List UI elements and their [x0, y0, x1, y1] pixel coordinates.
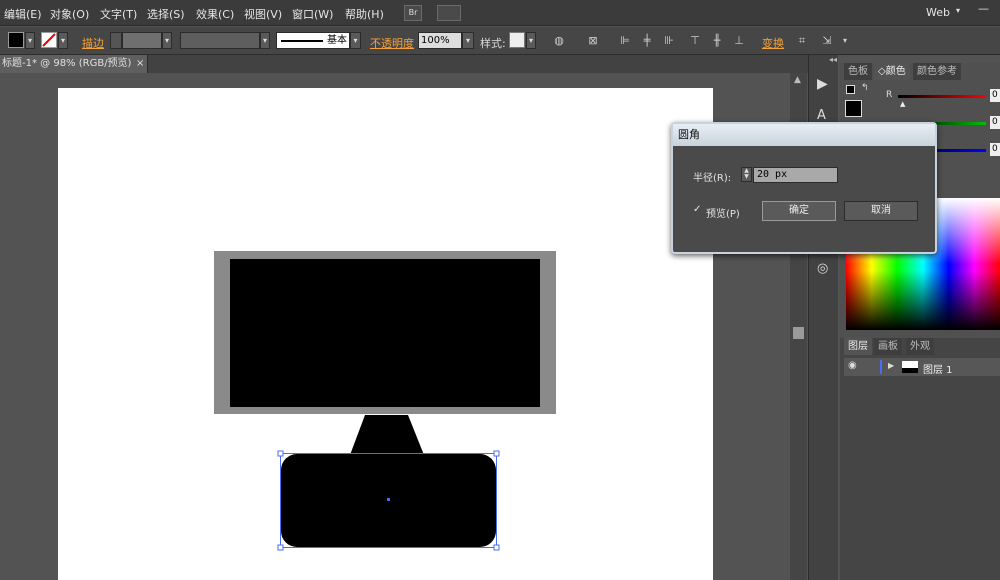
minimize-icon[interactable]: — [978, 2, 989, 15]
close-tab-icon[interactable]: × [136, 55, 144, 73]
workspace-chevron-icon[interactable]: ▾ [956, 6, 960, 15]
menu-effect[interactable]: 效果(C) [196, 6, 234, 22]
tab-color-label: 颜色 [885, 66, 906, 77]
isolate-icon[interactable]: ⌗ [795, 34, 809, 48]
stroke-line-preview [281, 40, 323, 42]
document-tab[interactable]: 标题-1* @ 98% (RGB/预览) × [0, 55, 148, 73]
expand-layer-icon[interactable]: ▶ [888, 361, 894, 370]
opacity-dropdown-icon[interactable]: ▾ [462, 32, 474, 49]
dialog-title[interactable]: 圆角 [673, 124, 935, 146]
character-panel-icon[interactable]: A [817, 108, 826, 123]
align-to-icon[interactable]: ⊠ [586, 34, 600, 48]
collapse-panels-icon[interactable]: ◂◂ [829, 55, 837, 64]
brush-style-select[interactable]: 基本 [276, 32, 350, 49]
r-slider-thumb[interactable]: ▲ [900, 100, 905, 108]
stroke-swatch[interactable] [41, 32, 57, 48]
fill-dropdown-icon[interactable]: ▾ [25, 32, 35, 49]
preview-checkbox[interactable]: ✓ [693, 204, 701, 215]
menu-bar: 编辑(E) 对象(O) 文字(T) 选择(S) 效果(C) 视图(V) 窗口(W… [0, 0, 1000, 26]
stroke-dropdown-icon[interactable]: ▾ [58, 32, 68, 49]
align-middle-icon[interactable]: ╫ [710, 34, 724, 48]
b-value[interactable]: 0 [990, 143, 1000, 156]
menu-edit[interactable]: 编辑(E) [4, 6, 42, 22]
swap-colors-icon[interactable]: ↰ [861, 83, 869, 93]
stroke-weight-dropdown-icon[interactable]: ▾ [162, 32, 172, 49]
control-bar: ▾ ▾ 描边 ▾ ▾ 基本 ▾ 不透明度 100% ▾ 样式: ▾ ◍ ⊠ ⊫ … [0, 27, 1000, 55]
r-value[interactable]: 0 [990, 89, 1000, 102]
tab-swatches[interactable]: 色板 [844, 63, 872, 80]
artboard[interactable] [58, 88, 713, 580]
align-left-icon[interactable]: ⊫ [618, 34, 632, 48]
document-tab-title: 标题-1* @ 98% (RGB/预览) [2, 58, 132, 69]
layer-color-bar [880, 360, 882, 374]
layer-row[interactable]: ◉ ▶ 图层 1 [844, 358, 1000, 376]
r-slider[interactable] [898, 95, 986, 98]
menu-select[interactable]: 选择(S) [147, 6, 185, 22]
align-right-icon[interactable]: ⊪ [662, 34, 676, 48]
recolor-artwork-icon[interactable]: ◍ [552, 34, 566, 48]
transform-label[interactable]: 变换 [762, 35, 784, 51]
stroke-weight-input[interactable] [122, 32, 162, 49]
opacity-label[interactable]: 不透明度 [370, 35, 414, 51]
radius-input[interactable]: 20 px [753, 167, 838, 183]
default-colors-icon[interactable] [846, 85, 855, 94]
visibility-eye-icon[interactable]: ◉ [848, 360, 857, 371]
no-stroke-icon [42, 33, 56, 47]
selection-handle-br [493, 544, 500, 551]
scroll-up-icon[interactable]: ▲ [794, 75, 801, 85]
layer-thumbnail [902, 361, 918, 373]
tab-color-guide[interactable]: 颜色参考 [913, 63, 961, 80]
selection-handle-bl [277, 544, 284, 551]
cancel-button[interactable]: 取消 [844, 201, 918, 221]
monitor-screen [230, 259, 540, 407]
graphic-style-dropdown-icon[interactable]: ▾ [526, 32, 536, 49]
align-bottom-icon[interactable]: ⊥ [732, 34, 746, 48]
selection-handle-tr [493, 450, 500, 457]
align-top-icon[interactable]: ⊤ [688, 34, 702, 48]
style-label: 样式: [480, 37, 506, 50]
bridge-button[interactable]: Br [404, 5, 422, 21]
workspace-switcher[interactable]: Web [926, 6, 950, 19]
opacity-input[interactable]: 100% [418, 32, 462, 49]
menu-help[interactable]: 帮助(H) [345, 6, 384, 22]
tab-artboards[interactable]: 画板 [874, 338, 902, 355]
menu-view[interactable]: 视图(V) [244, 6, 282, 22]
control-menu-chevron-icon[interactable]: ▾ [838, 34, 852, 48]
variable-width-select[interactable] [180, 32, 260, 49]
graphic-style-swatch[interactable] [509, 32, 525, 48]
selection-center-point [387, 498, 390, 501]
stroke-label[interactable]: 描边 [82, 35, 104, 51]
radius-label: 半径(R): [693, 173, 732, 184]
preview-label[interactable]: 预览(P) [706, 205, 740, 220]
round-corners-dialog: 圆角 半径(R): ▲ ▼ 20 px ✓ 预览(P) 确定 取消 [671, 122, 937, 254]
brush-style-dropdown-icon[interactable]: ▾ [350, 32, 361, 49]
control-menu-icon[interactable]: ⇲ [820, 34, 834, 48]
menu-type[interactable]: 文字(T) [100, 6, 137, 22]
tab-color[interactable]: ◇颜色 [874, 63, 910, 80]
selection-handle-tl [277, 450, 284, 457]
stroke-weight-stepper[interactable] [110, 32, 122, 49]
ok-button[interactable]: 确定 [762, 201, 836, 221]
layer-name[interactable]: 图层 1 [923, 361, 953, 376]
radius-stepper-icon[interactable]: ▲ ▼ [741, 167, 752, 182]
arrange-documents-icon[interactable] [437, 5, 461, 21]
brush-style-label: 基本 [327, 35, 347, 46]
tab-appearance[interactable]: 外观 [906, 338, 934, 355]
layers-panel: 图层 画板 外观 ◉ ▶ 图层 1 [840, 338, 1000, 580]
tab-layers[interactable]: 图层 [844, 338, 872, 355]
appearance-panel-icon[interactable]: ◎ [817, 261, 828, 276]
g-value[interactable]: 0 [990, 116, 1000, 129]
play-action-icon[interactable]: ▶ [817, 76, 828, 92]
variable-width-dropdown-icon[interactable]: ▾ [260, 32, 270, 49]
artwork-canvas [214, 251, 556, 551]
r-channel-label: R [886, 90, 893, 100]
scrollbar-thumb[interactable] [793, 327, 804, 339]
align-center-icon[interactable]: ╪ [640, 34, 654, 48]
dialog-body [679, 146, 931, 250]
menu-window[interactable]: 窗口(W) [292, 6, 333, 22]
monitor-neck [350, 415, 424, 455]
fill-swatch[interactable] [8, 32, 24, 48]
menu-object[interactable]: 对象(O) [50, 6, 89, 22]
fill-color-box[interactable] [845, 100, 862, 117]
